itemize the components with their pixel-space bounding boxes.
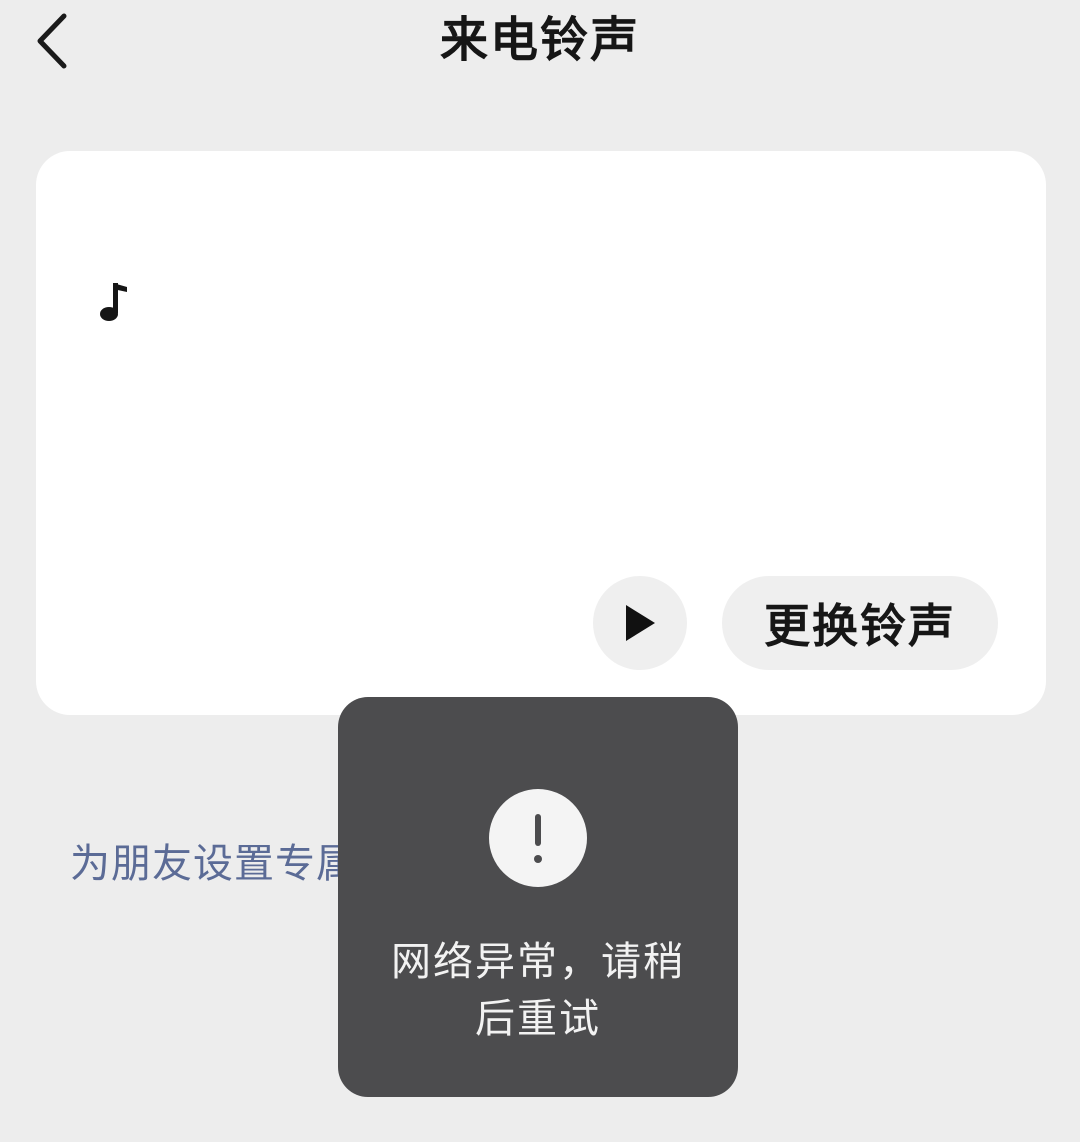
toast-message: 网络异常，请稍后重试 [391,939,685,1042]
ringtone-card: 更换铃声 [36,151,1046,715]
play-button[interactable] [593,576,687,670]
page-title: 来电铃声 [439,12,640,68]
change-ringtone-button[interactable]: 更换铃声 [722,576,998,670]
network-error-toast: 网络异常，请稍后重试 [338,697,738,1097]
music-note-icon [100,283,127,321]
top-bar: 来电铃声 [0,0,1080,90]
ringtone-settings-screen: 来电铃声 更换铃声 为朋友设置专属 网络异常，请稍后重试 [0,0,1080,1142]
set-friend-ringtone-link[interactable]: 为朋友设置专属 [70,834,357,894]
play-icon [626,605,655,641]
exclamation-icon [489,789,587,887]
